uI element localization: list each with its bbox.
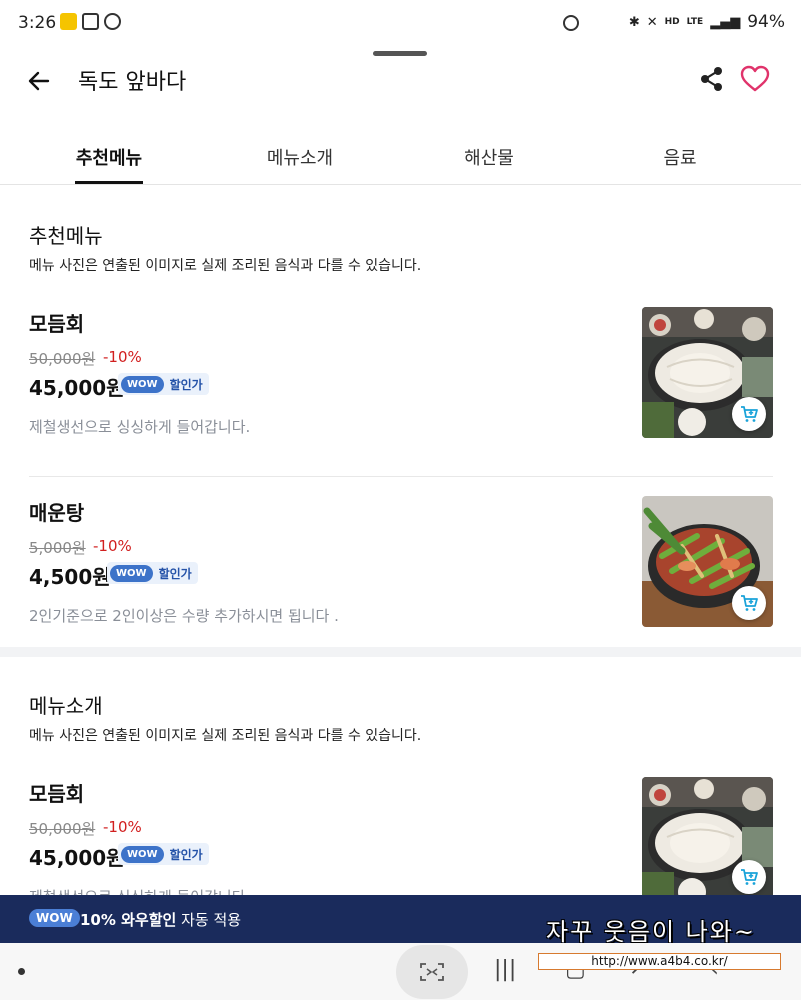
heart-outline-icon [740,65,770,92]
original-price: 50,000원 [29,350,96,368]
sheet-drag-handle[interactable] [373,51,427,56]
mute-icon: ✕ [646,14,658,30]
page-title: 독도 앞바다 [78,70,187,95]
add-to-cart-button[interactable] [732,586,766,620]
wow-badge: WOW [121,375,164,393]
item-description: 제철생선으로 싱싱하게 들어갑니다. [29,886,250,895]
final-price: 45,000원 [29,846,125,870]
cart-plus-icon [741,595,758,611]
add-to-cart-button[interactable] [732,397,766,431]
discount-rate: -10% [103,348,142,366]
wow-badge: WOW [110,564,153,582]
scan-button[interactable] [396,945,468,999]
status-app-icons [60,13,121,30]
menu-item[interactable]: 모듬회 50,000원 -10% 45,000원 WOW 할인가 제철생선으로 … [0,770,801,895]
section-title: 추천메뉴 [29,224,103,248]
active-tab-indicator [75,181,143,184]
item-separator [29,476,773,477]
sashimi-platter-photo[interactable] [642,307,773,438]
status-time: 3:26 [18,13,57,33]
section-note: 메뉴 사진은 연출된 이미지로 실제 조리된 음식과 다를 수 있습니다. [29,258,422,274]
battery-level: 94% [747,12,785,32]
recent-apps-icon[interactable]: ||| [494,957,516,982]
bluetooth-icon: ✱ [628,14,640,30]
add-to-cart-button[interactable] [732,860,766,894]
watermark-url: http://www.a4b4.co.kr/ [538,953,781,970]
item-name: 매운탕 [29,501,85,525]
final-price: 45,000원 [29,376,125,400]
final-price: 4,500원 [29,565,111,589]
tab-seafood[interactable]: 해산물 [455,144,523,170]
signal-icon: ▂▄▆ [710,14,741,30]
b-app-icon [104,13,121,30]
status-indicators: ✱ ✕ HD LTE ▂▄▆ 94% [629,12,785,32]
nav-indicator-dot [18,968,25,975]
menu-item[interactable]: 매운탕 5,000원 -10% 4,500원 WOW 할인가 2인기준으로 2인… [0,489,801,645]
cart-plus-icon [741,869,758,885]
wow-label: 할인가 [169,377,203,392]
wow-discount-pill: WOW 할인가 [107,562,198,584]
kakaopage-app-icon [60,13,77,30]
wow-discount-pill: WOW 할인가 [118,843,209,865]
tab-menu-intro[interactable]: 메뉴소개 [258,144,342,170]
promo-text: 10% 와우할인 자동 적용 [80,909,241,930]
menu-item[interactable]: 모듬회 50,000원 -10% 45,000원 WOW 할인가 제철생선으로 … [0,300,801,476]
arrow-left-icon [28,71,50,91]
wow-label: 할인가 [158,566,192,581]
gallery-app-icon [82,13,99,30]
hd-voice-icon: HD [664,17,680,27]
tab-drinks[interactable]: 음료 [650,144,710,170]
wow-label: 할인가 [169,847,203,862]
spicy-fish-stew-photo[interactable] [642,496,773,627]
discount-rate: -10% [103,818,142,836]
back-button[interactable] [22,64,56,98]
item-description: 제철생선으로 싱싱하게 들어갑니다. [29,418,251,436]
lte-icon: LTE [686,17,704,27]
section-divider [0,647,801,657]
item-name: 모듬회 [29,312,85,336]
promo-wow-badge: WOW [29,909,80,927]
promo-bold-text: 10% 와우할인 [80,911,177,929]
discount-rate: -10% [93,537,132,555]
share-icon [701,67,722,91]
scan-icon [420,963,444,981]
wow-discount-pill: WOW 할인가 [118,373,209,395]
system-navigation-bar: ||| ▢ → ‹ [0,943,801,1000]
app-header: 독도 앞바다 [0,58,801,108]
watermark-caption: 자꾸 웃음이 나와~ [546,918,756,946]
original-price: 50,000원 [29,820,96,838]
share-button[interactable] [697,62,727,96]
cart-plus-icon [741,406,758,422]
status-bar: 3:26 ✱ ✕ HD LTE ▂▄▆ 94% [0,0,801,46]
item-name: 모듬회 [29,782,85,806]
promo-suffix-text: 자동 적용 [176,911,242,929]
wow-badge: WOW [121,845,164,863]
category-tab-bar: 추천메뉴 메뉴소개 해산물 음료 [0,128,801,185]
original-price: 5,000원 [29,539,86,557]
sashimi-platter-photo[interactable] [642,777,773,895]
alarm-icon [563,15,579,31]
item-description: 2인기준으로 2인이상은 수량 추가하시면 됩니다 . [29,607,339,625]
tab-recommended[interactable]: 추천메뉴 [75,144,143,170]
section-title: 메뉴소개 [29,694,103,718]
section-note: 메뉴 사진은 연출된 이미지로 실제 조리된 음식과 다를 수 있습니다. [29,728,422,744]
favorite-button[interactable] [738,62,772,96]
